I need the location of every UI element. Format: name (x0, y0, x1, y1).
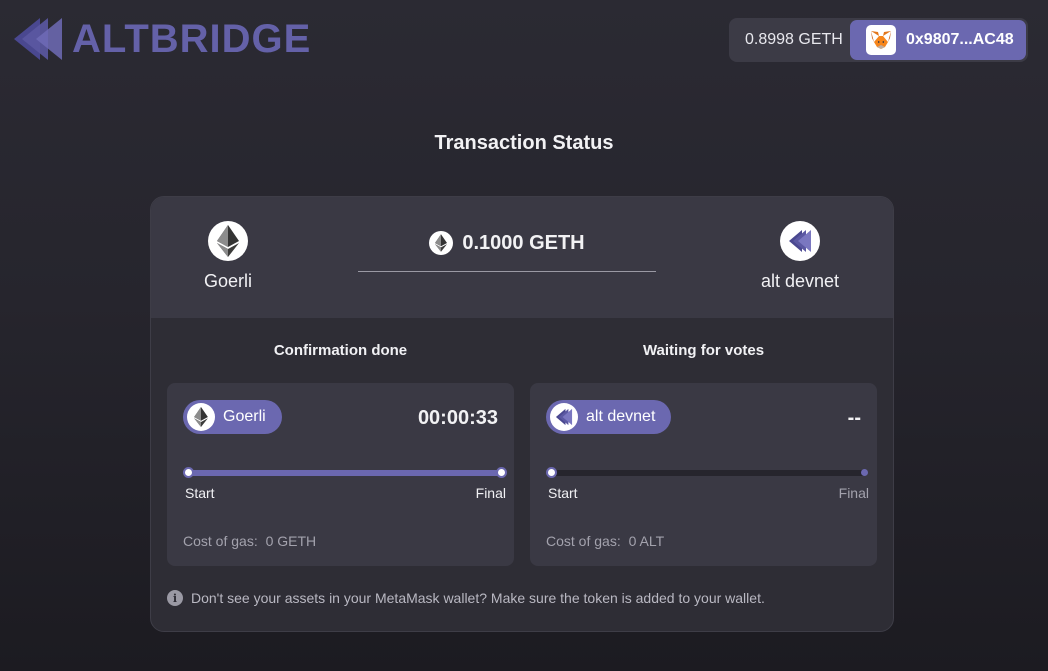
progress-final-label: Final (475, 485, 506, 501)
transfer-summary: Goerli 0.1000 GETH alt devnet (151, 197, 893, 318)
account-button[interactable]: 0x9807...AC48 (850, 20, 1026, 60)
gas-cost: Cost of gas: 0 GETH (183, 533, 316, 549)
chain-pill-label: alt devnet (586, 408, 656, 425)
progress-start-knob (183, 467, 194, 478)
progress-track (546, 467, 868, 478)
altbridge-logo[interactable]: ALTBRIDGE (14, 16, 311, 62)
page-title: Transaction Status (434, 132, 614, 154)
progress-fill (187, 470, 503, 476)
stage-timer: -- (847, 407, 861, 429)
stage-title-confirmation: Confirmation done (273, 342, 408, 359)
gas-cost-label: Cost of gas: (183, 533, 258, 549)
logo-text: ALTBRIDGE (72, 17, 312, 61)
progress-end-knob (496, 467, 507, 478)
transfer-amount: 0.1000 GETH (358, 231, 656, 255)
altlayer-icon (780, 221, 820, 261)
gas-cost: Cost of gas: 0 ALT (546, 533, 664, 549)
destination-chain: alt devnet (740, 221, 860, 292)
metamask-note: i Don't see your assets in your MetaMask… (167, 590, 765, 606)
chain-pill-goerli[interactable]: Goerli (183, 400, 282, 434)
wallet-balance: 0.8998 GETH (745, 31, 843, 48)
amount-value: 0.1000 GETH (462, 231, 585, 254)
altlayer-icon (550, 403, 578, 431)
ethereum-icon (208, 221, 248, 261)
chain-pill-label: Goerli (223, 408, 266, 425)
metamask-note-text: Don't see your assets in your MetaMask w… (191, 590, 765, 606)
progress-start-label: Start (548, 485, 578, 501)
progress-track (183, 467, 507, 478)
gas-cost-value: 0 GETH (265, 533, 317, 549)
altbridge-logo-icon (14, 18, 62, 60)
progress-start-knob (546, 467, 557, 478)
progress-end-dot (861, 469, 868, 476)
wallet-widget: 0.8998 GETH 0x9807...AC48 (729, 18, 1028, 62)
chain-pill-alt-devnet[interactable]: alt devnet (546, 400, 672, 434)
source-chain: Goerli (168, 221, 288, 292)
stage-panel-confirmation: Goerli 00:00:33 Start Final Cost of gas:… (167, 383, 514, 566)
account-address: 0x9807...AC48 (906, 31, 1014, 48)
ethereum-icon (429, 231, 454, 255)
destination-chain-label: alt devnet (760, 271, 840, 291)
stage-timer: 00:00:33 (417, 407, 498, 429)
stage-panel-votes: alt devnet -- Start Final Cost of gas: 0… (530, 383, 877, 566)
source-chain-label: Goerli (203, 271, 252, 291)
progress-start-label: Start (185, 485, 215, 501)
transaction-status-card: Goerli 0.1000 GETH alt devnet Confirmati… (150, 196, 894, 632)
amount-divider (358, 271, 656, 272)
progress-final-label: Final (838, 485, 869, 501)
info-icon: i (167, 590, 183, 606)
gas-cost-label: Cost of gas: (546, 533, 621, 549)
ethereum-icon (187, 403, 215, 431)
metamask-fox-icon (866, 25, 896, 55)
gas-cost-value: 0 ALT (628, 533, 665, 549)
stage-title-votes: Waiting for votes (642, 342, 765, 359)
